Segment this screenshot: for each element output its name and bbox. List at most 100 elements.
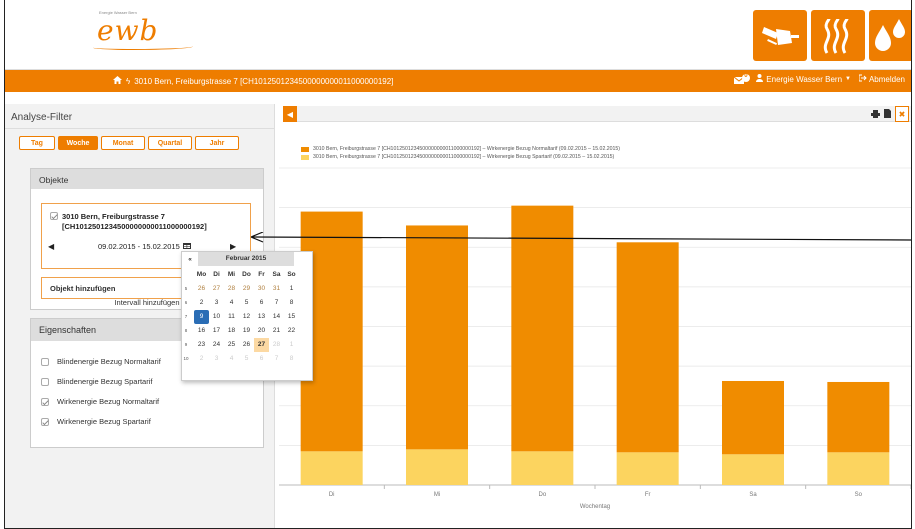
calendar-day[interactable]: 4 <box>224 352 239 366</box>
calendar-day[interactable]: 5 <box>239 352 254 366</box>
period-selector: Tag Woche Monat Quartal Jahr <box>19 136 239 150</box>
current-address[interactable]: 3010 Bern, Freiburgstrasse 7 [CH10125012… <box>134 77 393 86</box>
week-number: 6 <box>184 300 188 305</box>
property-checkbox[interactable] <box>41 417 49 426</box>
calendar-day[interactable]: 30 <box>254 282 269 296</box>
calendar-day[interactable]: 15 <box>284 310 299 324</box>
property-checkbox[interactable] <box>41 377 49 386</box>
legend-label: 3010 Bern, Freiburgstrasse 7 [CH10125012… <box>313 146 621 152</box>
calendar-day[interactable]: 2 <box>194 352 209 366</box>
calendar-day[interactable]: 1 <box>284 282 299 296</box>
legend-item-normal[interactable]: 3010 Bern, Freiburgstrasse 7 [CH10125012… <box>301 145 620 153</box>
calendar-day[interactable]: 28 <box>224 282 239 296</box>
calendar-day[interactable]: 11 <box>224 310 239 324</box>
property-wirk-normal[interactable]: Wirkenergie Bezug Normaltarif <box>41 397 159 406</box>
bar-spartarif[interactable] <box>722 454 784 485</box>
period-quartal-button[interactable]: Quartal <box>148 136 192 150</box>
calendar-day[interactable]: 24 <box>209 338 224 352</box>
calendar-day[interactable]: 25 <box>224 338 239 352</box>
water-drops-icon[interactable] <box>869 10 911 61</box>
bar-normaltarif[interactable] <box>827 381 890 453</box>
print-icon[interactable] <box>871 105 880 123</box>
logout-link[interactable]: Abmelden <box>858 74 905 84</box>
calendar-day[interactable]: 1 <box>284 338 299 352</box>
bar-normaltarif[interactable] <box>406 225 468 450</box>
calendar-day[interactable]: 4 <box>224 296 239 310</box>
property-blind-normal[interactable]: Blindenergie Bezug Normaltarif <box>41 357 161 366</box>
prev-month-button[interactable]: « <box>182 256 198 263</box>
app-window: Energie Wasser Bern ewb ϟ 3010 Bern, Fre… <box>4 0 912 529</box>
prev-week-arrow[interactable]: ◀ <box>48 242 54 251</box>
calendar-day[interactable]: 26 <box>194 282 209 296</box>
property-wirk-spar[interactable]: Wirkenergie Bezug Spartarif <box>41 417 151 426</box>
calendar-day[interactable]: 17 <box>209 324 224 338</box>
calendar-day[interactable]: 19 <box>239 324 254 338</box>
calendar-day[interactable]: 26 <box>239 338 254 352</box>
property-checkbox[interactable] <box>41 357 49 366</box>
calendar-day[interactable]: 7 <box>269 296 284 310</box>
calendar-day[interactable]: 3 <box>209 296 224 310</box>
period-monat-button[interactable]: Monat <box>101 136 145 150</box>
home-icon[interactable] <box>113 76 122 86</box>
calendar-day[interactable]: 3 <box>209 352 224 366</box>
calendar-icon[interactable] <box>182 242 191 251</box>
close-icon[interactable]: ✖ <box>895 106 909 122</box>
heat-icon[interactable] <box>811 10 865 61</box>
weekday-header: Di <box>213 271 220 278</box>
next-week-arrow[interactable]: ▶ <box>230 242 236 251</box>
calendar-day[interactable]: 8 <box>284 352 299 366</box>
calendar-day[interactable]: 6 <box>254 352 269 366</box>
calendar-day[interactable]: 13 <box>254 310 269 324</box>
plug-icon[interactable] <box>753 10 807 61</box>
calendar-day[interactable]: 9 <box>194 310 209 324</box>
week-number: 5 <box>184 286 188 291</box>
calendar-day[interactable]: 5 <box>239 296 254 310</box>
ewb-logo[interactable]: Energie Wasser Bern ewb <box>93 10 203 50</box>
calendar-day[interactable]: 7 <box>269 352 284 366</box>
period-woche-button[interactable]: Woche <box>58 136 98 150</box>
weekday-header: Mi <box>227 271 236 278</box>
bar-normaltarif[interactable] <box>722 380 784 455</box>
bar-spartarif[interactable] <box>827 452 890 485</box>
calendar-day[interactable]: 16 <box>194 324 209 338</box>
bar-spartarif[interactable] <box>616 452 679 485</box>
weekday-header: Sa <box>272 271 281 278</box>
calendar-day[interactable]: 12 <box>239 310 254 324</box>
bar-spartarif[interactable] <box>511 451 574 485</box>
calendar-day[interactable]: 27 <box>254 338 269 352</box>
period-tag-button[interactable]: Tag <box>19 136 55 150</box>
calendar-day[interactable]: 10 <box>209 310 224 324</box>
user-menu[interactable]: Energie Wasser Bern ▼ <box>756 74 851 84</box>
calendar-day[interactable]: 28 <box>269 338 284 352</box>
calendar-day[interactable]: 18 <box>224 324 239 338</box>
calendar-header: « Februar 2015 <box>182 252 314 266</box>
date-range-picker[interactable]: 09.02.2015 - 15.02.2015 <box>98 242 191 251</box>
x-tick-label: Di <box>329 492 335 498</box>
calendar-day[interactable]: 27 <box>209 282 224 296</box>
calendar-month-title[interactable]: Februar 2015 <box>198 252 294 266</box>
bar-spartarif[interactable] <box>300 451 363 485</box>
period-jahr-button[interactable]: Jahr <box>195 136 239 150</box>
bar-normaltarif[interactable] <box>616 242 679 453</box>
bar-spartarif[interactable] <box>406 449 468 485</box>
document-icon[interactable] <box>884 105 891 123</box>
collapse-sidebar-button[interactable]: ◀ <box>283 106 297 122</box>
object-checkbox[interactable] <box>50 212 58 220</box>
calendar-day[interactable]: 22 <box>284 324 299 338</box>
property-blind-spar[interactable]: Blindenergie Bezug Spartarif <box>41 377 152 386</box>
calendar-day[interactable]: 8 <box>284 296 299 310</box>
calendar-day[interactable]: 14 <box>269 310 284 324</box>
calendar-day[interactable]: 2 <box>194 296 209 310</box>
calendar-day[interactable]: 21 <box>269 324 284 338</box>
calendar-day[interactable]: 23 <box>194 338 209 352</box>
mail-icon[interactable]: 0 <box>733 73 751 84</box>
calendar-day[interactable]: 29 <box>239 282 254 296</box>
calendar-day[interactable]: 6 <box>254 296 269 310</box>
property-checkbox[interactable] <box>41 397 49 406</box>
user-name: Energie Wasser Bern <box>766 74 843 84</box>
calendar-day[interactable]: 20 <box>254 324 269 338</box>
annotation-arrow <box>250 232 911 243</box>
chart-tools: ✖ <box>871 106 909 122</box>
date-picker-popup: « Februar 2015 Mo Di Mi Do Fr Sa So 5 26 27 28 29 30… <box>181 251 313 381</box>
calendar-day[interactable]: 31 <box>269 282 284 296</box>
